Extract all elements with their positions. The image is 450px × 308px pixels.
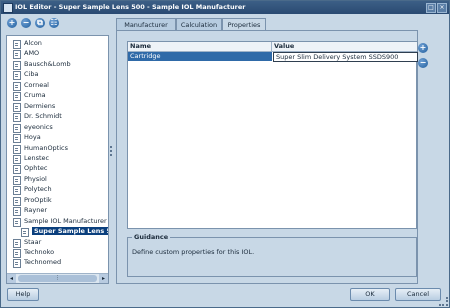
remove-property-button[interactable]: − [418, 58, 428, 68]
tree-item-label: Rayner [24, 206, 47, 215]
tree-item-label: Polytech [24, 185, 52, 194]
document-icon [13, 144, 21, 154]
document-icon [13, 196, 21, 206]
document-icon [13, 207, 21, 217]
tree-item-label: Hoya [24, 133, 41, 142]
properties-panel: Name Value Cartridge Super Slim Delivery… [116, 30, 418, 284]
title-bar: IOL Editor - Super Sample Lens 500 - Sam… [1, 1, 449, 14]
tree-item-label: Physiol [24, 174, 47, 183]
document-icon [13, 186, 21, 196]
document-icon [13, 249, 21, 258]
cancel-button[interactable]: Cancel [395, 288, 441, 301]
copy-item-button[interactable]: ⧉ [35, 18, 45, 28]
tree-item-label: Cruma [24, 91, 46, 100]
document-icon [13, 92, 21, 102]
tree-item-label: Corneal [24, 80, 49, 89]
document-icon [13, 238, 21, 248]
tree-item-label: Dr. Schmidt [24, 112, 62, 121]
tree-item-label: Super Sample Lens 500 [32, 227, 108, 236]
iol-editor-window: IOL Editor - Super Sample Lens 500 - Sam… [0, 0, 450, 308]
tree-item-label: Technomed [24, 258, 62, 267]
document-icon [13, 154, 21, 164]
close-button[interactable]: × [437, 3, 447, 13]
tree-item-label: Dermiens [24, 101, 56, 110]
document-icon [13, 165, 21, 175]
property-name-cell[interactable]: Cartridge [128, 52, 272, 61]
scroll-right-arrow-icon[interactable]: ▸ [99, 274, 108, 283]
ok-button[interactable]: OK [350, 288, 390, 301]
property-value-input[interactable]: Super Slim Delivery System SSDS900 [273, 52, 418, 62]
tree-item-label: Staar [24, 237, 42, 246]
window-title: IOL Editor - Super Sample Lens 500 - Sam… [15, 3, 246, 11]
tree-item-label: Ophtec [24, 164, 48, 173]
document-icon [13, 175, 21, 185]
document-icon [13, 71, 21, 81]
help-button[interactable]: Help [7, 288, 39, 301]
document-icon [13, 102, 21, 112]
resize-grip[interactable] [439, 297, 448, 306]
tree-item-label: Lenstec [24, 153, 50, 162]
tree-item-label: Alcon [24, 39, 42, 47]
tree-item-label: AMO [24, 49, 40, 58]
tree-item-label: Bausch&Lomb [24, 59, 71, 68]
tree-item-label: HumanOptics [24, 143, 68, 152]
document-icon [13, 60, 21, 70]
remove-item-button[interactable]: − [21, 18, 31, 28]
maximize-button[interactable]: □ [426, 3, 436, 13]
app-icon [3, 3, 13, 13]
column-header-name[interactable]: Name [128, 42, 271, 52]
document-icon [13, 113, 21, 123]
tree-item-label: eyeonics [24, 122, 53, 131]
tree-item-label: Ciba [24, 70, 39, 79]
scroll-left-arrow-icon[interactable]: ◂ [7, 274, 16, 283]
add-property-button[interactable]: + [418, 43, 428, 53]
tree-item-label: Technoko [24, 248, 55, 256]
document-icon [13, 259, 21, 269]
tree-view-button[interactable]: ☷ [49, 18, 59, 28]
tree-item-label: ProOptik [24, 195, 52, 204]
document-icon [13, 217, 21, 227]
document-icon [13, 50, 21, 60]
add-manufacturer-button[interactable]: + [7, 18, 17, 28]
guidance-text: Define custom properties for this IOL. [132, 248, 255, 256]
scrollbar-thumb[interactable]: ⋮ [18, 275, 97, 282]
document-icon [21, 228, 29, 238]
guidance-box: Guidance Define custom properties for th… [127, 233, 417, 277]
splitter-handle[interactable] [110, 146, 114, 156]
manufacturer-tree[interactable]: Alcon AMO Bausch&Lomb Ciba Corneal Cruma Dermi… [6, 35, 109, 284]
guidance-title: Guidance [132, 233, 171, 241]
document-icon [13, 81, 21, 91]
document-icon [13, 123, 21, 133]
properties-table: Name Value Cartridge Super Slim Delivery… [127, 41, 418, 229]
document-icon [13, 40, 21, 49]
tree-horizontal-scrollbar[interactable]: ◂ ⋮ ▸ [7, 273, 108, 283]
column-header-value[interactable]: Value [271, 42, 417, 52]
tree-item-label: Sample IOL Manufacturer [24, 216, 107, 225]
document-icon [13, 134, 21, 144]
